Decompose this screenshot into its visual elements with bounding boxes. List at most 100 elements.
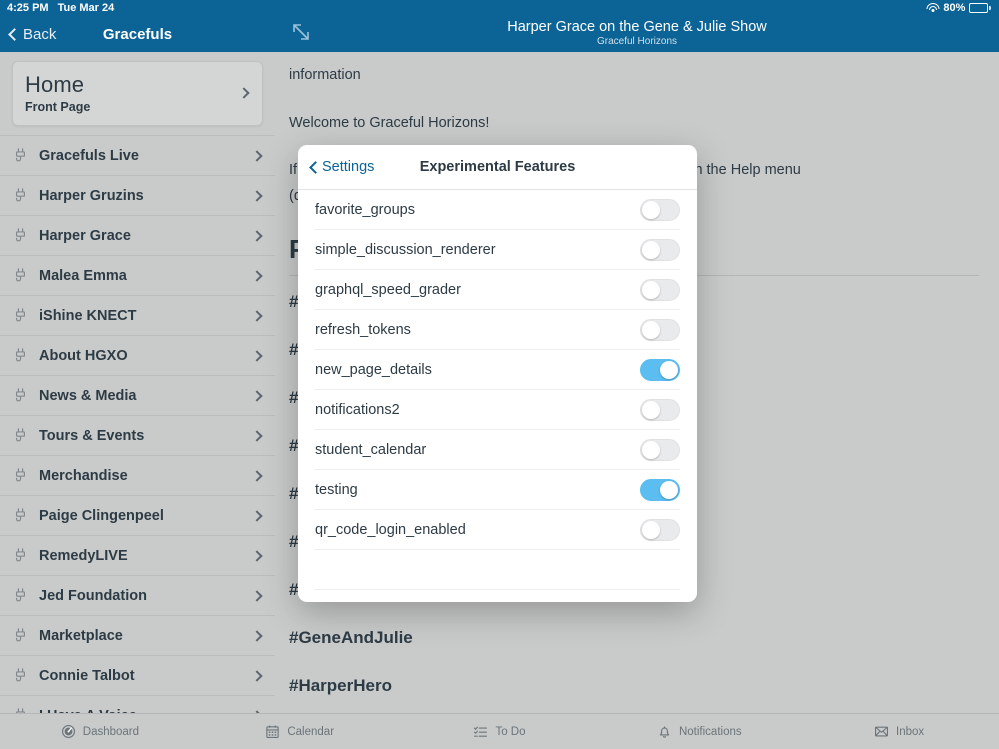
sidebar-item-remedylive[interactable]: RemedyLIVE <box>0 535 275 575</box>
course-sidebar: Back Gracefuls Home Front Page Gracefuls… <box>0 0 275 749</box>
sidebar-item-label: News & Media <box>39 387 137 404</box>
tab-dashboard[interactable]: Dashboard <box>0 724 200 739</box>
toggle-knob <box>660 480 678 499</box>
back-button[interactable]: Back <box>8 25 57 43</box>
page-subtitle: Graceful Horizons <box>596 36 678 47</box>
feature-row-empty <box>315 550 680 590</box>
tab-label: Inbox <box>896 725 925 738</box>
modal-back-label: Settings <box>322 159 375 175</box>
sidebar-item-label: Jed Foundation <box>39 587 147 604</box>
tab-inbox[interactable]: Inbox <box>799 724 999 739</box>
sidebar-item-paige-clingenpeel[interactable]: Paige Clingenpeel <box>0 495 275 535</box>
status-bar-right: 80% <box>926 0 991 16</box>
plug-icon <box>12 227 29 244</box>
calendar-icon <box>265 724 280 739</box>
feature-row-graphql-speed-grader: graphql_speed_grader <box>315 270 680 310</box>
sidebar-item-malea-emma[interactable]: Malea Emma <box>0 255 275 295</box>
tab-to-do[interactable]: To Do <box>400 724 600 739</box>
status-time: 4:25 PM <box>7 2 49 14</box>
home-front-page-card[interactable]: Home Front Page <box>12 61 263 126</box>
plug-icon <box>12 507 29 524</box>
feature-toggle[interactable] <box>640 238 680 261</box>
dashboard-gauge-icon <box>61 724 76 739</box>
chevron-right-icon <box>251 549 263 562</box>
sidebar-item-label: Paige Clingenpeel <box>39 507 164 524</box>
sidebar-item-label: Harper Grace <box>39 227 131 244</box>
todo-list-icon <box>473 724 488 739</box>
hashtag: #HarperHero <box>289 676 392 696</box>
feature-name: refresh_tokens <box>315 321 411 338</box>
feature-toggle[interactable] <box>640 398 680 421</box>
feature-name: favorite_groups <box>315 201 415 218</box>
app-root: Back Gracefuls Home Front Page Gracefuls… <box>0 0 999 749</box>
sidebar-item-jed-foundation[interactable]: Jed Foundation <box>0 575 275 615</box>
envelope-icon <box>874 724 889 739</box>
sidebar-item-label: iShine KNECT <box>39 307 137 324</box>
tab-notifications[interactable]: Notifications <box>599 724 799 739</box>
chevron-right-icon <box>251 149 263 162</box>
plug-icon <box>12 547 29 564</box>
plug-icon <box>12 187 29 204</box>
sidebar-item-tours-events[interactable]: Tours & Events <box>0 415 275 455</box>
plug-icon <box>12 587 29 604</box>
chevron-right-icon <box>251 189 263 202</box>
sidebar-item-label: Malea Emma <box>39 267 127 284</box>
feature-name: graphql_speed_grader <box>315 281 461 298</box>
toggle-knob <box>642 200 660 219</box>
feature-toggle[interactable] <box>640 438 680 461</box>
tab-calendar[interactable]: Calendar <box>200 724 400 739</box>
back-button-label: Back <box>23 25 57 43</box>
sidebar-item-label: Connie Talbot <box>39 667 135 684</box>
feature-toggle[interactable] <box>640 518 680 541</box>
feature-toggle[interactable] <box>640 278 680 301</box>
tab-label: To Do <box>495 725 526 738</box>
sidebar-item-label: Tours & Events <box>39 427 145 444</box>
plug-icon <box>12 387 29 404</box>
plug-icon <box>12 427 29 444</box>
chevron-right-icon <box>251 589 263 602</box>
chevron-left-icon <box>309 160 322 174</box>
chevron-right-icon <box>251 229 263 242</box>
status-bar: 4:25 PM Tue Mar 24 80% <box>0 0 999 16</box>
sidebar-item-connie-talbot[interactable]: Connie Talbot <box>0 655 275 695</box>
expand-diagonal-icon[interactable] <box>289 20 313 44</box>
status-bar-left: 4:25 PM Tue Mar 24 <box>0 2 114 14</box>
sidebar-item-harper-grace[interactable]: Harper Grace <box>0 215 275 255</box>
bottom-tab-bar: Dashboard Calendar To Do Notifications Inbox <box>0 713 999 749</box>
chevron-left-icon <box>8 27 21 41</box>
feature-name: notifications2 <box>315 401 400 418</box>
feature-toggle[interactable] <box>640 318 680 341</box>
wifi-icon <box>926 3 940 13</box>
sidebar-item-gracefuls-live[interactable]: Gracefuls Live <box>0 135 275 175</box>
chevron-right-icon <box>251 669 263 682</box>
sidebar-item-merchandise[interactable]: Merchandise <box>0 455 275 495</box>
feature-name: testing <box>315 481 358 498</box>
chevron-right-icon <box>251 309 263 322</box>
sidebar-item-about-hgxo[interactable]: About HGXO <box>0 335 275 375</box>
toggle-knob <box>642 320 660 339</box>
feature-toggle[interactable] <box>640 198 680 221</box>
chevron-right-icon <box>251 389 263 402</box>
experimental-features-modal: Settings Experimental Features favorite_… <box>298 145 697 602</box>
content-title-block: Harper Grace on the Gene & Julie Show Gr… <box>275 19 999 49</box>
feature-row-refresh-tokens: refresh_tokens <box>315 310 680 350</box>
chevron-right-icon <box>251 629 263 642</box>
sidebar-item-ishine-knect[interactable]: iShine KNECT <box>0 295 275 335</box>
sidebar-item-marketplace[interactable]: Marketplace <box>0 615 275 655</box>
body-line-2: Welcome to Graceful Horizons! <box>289 114 490 131</box>
sidebar-item-harper-gruzins[interactable]: Harper Gruzins <box>0 175 275 215</box>
feature-row-simple-discussion-renderer: simple_discussion_renderer <box>315 230 680 270</box>
tab-label: Dashboard <box>82 725 140 738</box>
battery-icon <box>969 3 991 13</box>
plug-icon <box>12 147 29 164</box>
sidebar-item-news-media[interactable]: News & Media <box>0 375 275 415</box>
feature-row-notifications2: notifications2 <box>315 390 680 430</box>
modal-back-to-settings[interactable]: Settings <box>298 159 374 175</box>
feature-toggle[interactable] <box>640 478 680 501</box>
sidebar-item-label: Merchandise <box>39 467 128 484</box>
chevron-right-icon <box>251 429 263 442</box>
body-line-1: information <box>289 67 361 83</box>
feature-toggle[interactable] <box>640 358 680 381</box>
plug-icon <box>12 267 29 284</box>
sidebar-item-label: RemedyLIVE <box>39 547 128 564</box>
